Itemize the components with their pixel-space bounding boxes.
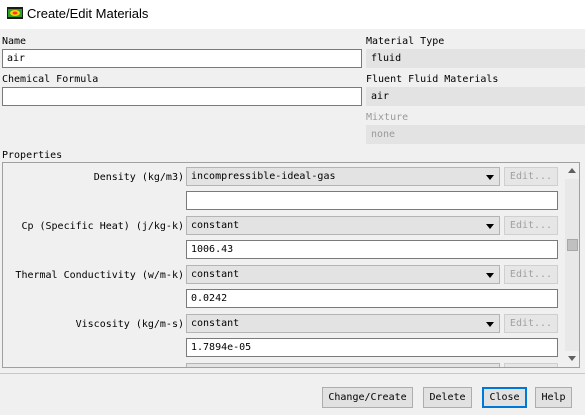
fluent-app-icon (7, 7, 23, 19)
fluent-fluid-materials-dropdown[interactable]: air (366, 87, 585, 106)
thermal-conductivity-edit-button[interactable]: Edit... (504, 265, 558, 284)
chevron-down-icon (486, 175, 494, 180)
cp-label: Cp (Specific Heat) (j/kg-k) (21, 221, 184, 232)
close-button[interactable]: Close (482, 387, 527, 408)
chevron-down-icon (486, 273, 494, 278)
cp-value-input[interactable]: 1006.43 (186, 240, 558, 259)
scroll-up-icon[interactable] (568, 168, 576, 173)
viscosity-edit-button[interactable]: Edit... (504, 314, 558, 333)
density-edit-button[interactable]: Edit... (504, 167, 558, 186)
window-title: Create/Edit Materials (27, 6, 149, 21)
cp-method-dropdown[interactable]: constant (186, 216, 500, 235)
thermal-conductivity-method-value: constant (191, 269, 240, 280)
scroll-thumb[interactable] (567, 239, 578, 251)
density-label: Density (kg/m3) (93, 172, 184, 183)
density-method-dropdown[interactable]: incompressible-ideal-gas (186, 167, 500, 186)
material-type-dropdown[interactable]: fluid (366, 49, 585, 68)
properties-panel: Density (kg/m3) incompressible-ideal-gas… (2, 162, 580, 368)
name-label: Name (2, 36, 27, 47)
chemical-formula-input[interactable] (2, 87, 362, 106)
name-input[interactable]: air (2, 49, 362, 68)
material-type-label: Material Type (366, 36, 445, 47)
thermal-conductivity-label: Thermal Conductivity (w/m-k) (15, 270, 184, 281)
chevron-down-icon (486, 224, 494, 229)
chemical-formula-label: Chemical Formula (2, 74, 99, 85)
viscosity-value-input[interactable]: 1.7894e-05 (186, 338, 558, 357)
fluent-fluid-materials-label: Fluent Fluid Materials (366, 74, 499, 85)
viscosity-method-dropdown[interactable]: constant (186, 314, 500, 333)
chevron-down-icon (486, 322, 494, 327)
thermal-conductivity-method-dropdown[interactable]: constant (186, 265, 500, 284)
title-bar: Create/Edit Materials (0, 0, 585, 29)
scroll-track[interactable] (565, 179, 579, 351)
cp-edit-button[interactable]: Edit... (504, 216, 558, 235)
density-value-input[interactable] (186, 191, 558, 210)
help-button[interactable]: Help (535, 387, 572, 408)
mixture-dropdown: none (366, 125, 585, 144)
density-method-value: incompressible-ideal-gas (191, 171, 336, 182)
next-property-edit-button[interactable] (504, 363, 558, 367)
viscosity-method-value: constant (191, 318, 240, 329)
properties-label: Properties (2, 150, 63, 161)
footer-divider (0, 373, 585, 374)
change-create-button[interactable]: Change/Create (322, 387, 413, 408)
cp-method-value: constant (191, 220, 240, 231)
delete-button[interactable]: Delete (423, 387, 472, 408)
properties-scrollbar[interactable] (565, 163, 579, 367)
scroll-down-icon[interactable] (568, 356, 576, 361)
mixture-label: Mixture (366, 112, 409, 123)
next-property-dropdown[interactable] (186, 363, 500, 367)
viscosity-label: Viscosity (kg/m-s) (75, 319, 184, 330)
thermal-conductivity-value-input[interactable]: 0.0242 (186, 289, 558, 308)
